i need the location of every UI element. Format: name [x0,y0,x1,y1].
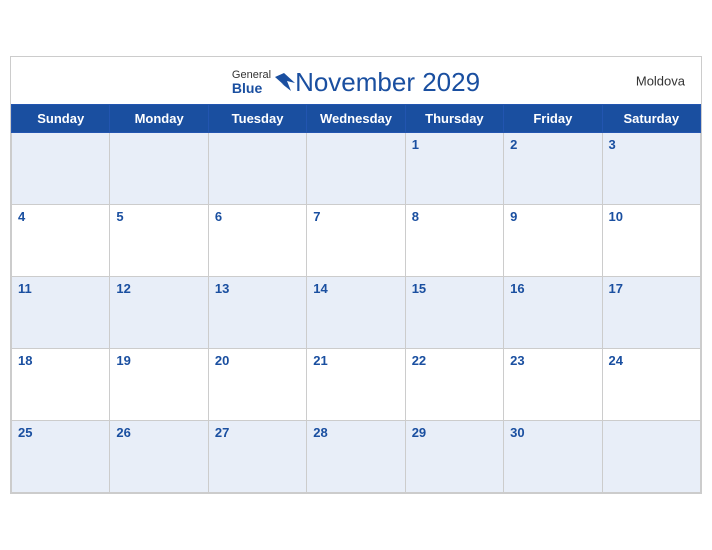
calendar-table: SundayMondayTuesdayWednesdayThursdayFrid… [11,104,701,493]
calendar-day: 27 [208,421,306,493]
calendar-day: 16 [504,277,602,349]
calendar-day: 28 [307,421,405,493]
calendar-day: 3 [602,133,700,205]
weekday-header-tuesday: Tuesday [208,105,306,133]
day-number: 17 [609,281,623,296]
calendar-day: 11 [12,277,110,349]
day-number: 15 [412,281,426,296]
calendar-header: General Blue November 2029 Moldova [11,57,701,104]
logo-text: General Blue [232,69,271,96]
country-label: Moldova [636,73,685,88]
calendar-day: 20 [208,349,306,421]
calendar-day: 30 [504,421,602,493]
calendar-day: 12 [110,277,208,349]
calendar-day: 6 [208,205,306,277]
calendar-title: November 2029 [295,67,480,98]
day-number: 22 [412,353,426,368]
weekday-header-sunday: Sunday [12,105,110,133]
calendar-day: 19 [110,349,208,421]
weekday-header-saturday: Saturday [602,105,700,133]
day-number: 26 [116,425,130,440]
calendar-day: 17 [602,277,700,349]
day-number: 6 [215,209,222,224]
calendar-week-row: 18 19 20 21 22 23 24 [12,349,701,421]
day-number: 11 [18,281,32,296]
day-number: 9 [510,209,517,224]
calendar-day: 25 [12,421,110,493]
logo-blue-text: Blue [232,81,271,96]
calendar-day: 22 [405,349,503,421]
day-number: 4 [18,209,25,224]
calendar-week-row: 1 2 3 [12,133,701,205]
day-number: 13 [215,281,229,296]
day-number: 28 [313,425,327,440]
calendar-day [307,133,405,205]
weekday-header-row: SundayMondayTuesdayWednesdayThursdayFrid… [12,105,701,133]
calendar-day: 1 [405,133,503,205]
calendar-day: 13 [208,277,306,349]
calendar-day: 2 [504,133,602,205]
day-number: 14 [313,281,327,296]
day-number: 16 [510,281,524,296]
day-number: 10 [609,209,623,224]
calendar-week-row: 25 26 27 28 29 30 [12,421,701,493]
day-number: 21 [313,353,327,368]
calendar-day: 10 [602,205,700,277]
weekday-header-wednesday: Wednesday [307,105,405,133]
day-number: 1 [412,137,419,152]
day-number: 3 [609,137,616,152]
day-number: 8 [412,209,419,224]
calendar-day: 24 [602,349,700,421]
day-number: 5 [116,209,123,224]
day-number: 12 [116,281,130,296]
calendar-day: 21 [307,349,405,421]
logo: General Blue [232,69,295,96]
calendar-day [602,421,700,493]
day-number: 7 [313,209,320,224]
day-number: 20 [215,353,229,368]
day-number: 25 [18,425,32,440]
day-number: 23 [510,353,524,368]
calendar-day: 29 [405,421,503,493]
day-number: 30 [510,425,524,440]
weekday-header-friday: Friday [504,105,602,133]
calendar-day: 8 [405,205,503,277]
calendar-day: 5 [110,205,208,277]
calendar-day: 26 [110,421,208,493]
day-number: 27 [215,425,229,440]
day-number: 24 [609,353,623,368]
calendar-day [208,133,306,205]
calendar-week-row: 11 12 13 14 15 16 17 [12,277,701,349]
calendar-day [110,133,208,205]
calendar-day: 4 [12,205,110,277]
day-number: 19 [116,353,130,368]
day-number: 18 [18,353,32,368]
calendar-container: General Blue November 2029 Moldova Sunda… [10,56,702,494]
day-number: 29 [412,425,426,440]
calendar-day: 14 [307,277,405,349]
day-number: 2 [510,137,517,152]
calendar-day [12,133,110,205]
calendar-day: 23 [504,349,602,421]
calendar-week-row: 4 5 6 7 8 9 10 [12,205,701,277]
calendar-day: 18 [12,349,110,421]
calendar-day: 9 [504,205,602,277]
weekday-header-monday: Monday [110,105,208,133]
calendar-day: 7 [307,205,405,277]
calendar-day: 15 [405,277,503,349]
logo-bird-icon [273,71,295,93]
weekday-header-thursday: Thursday [405,105,503,133]
